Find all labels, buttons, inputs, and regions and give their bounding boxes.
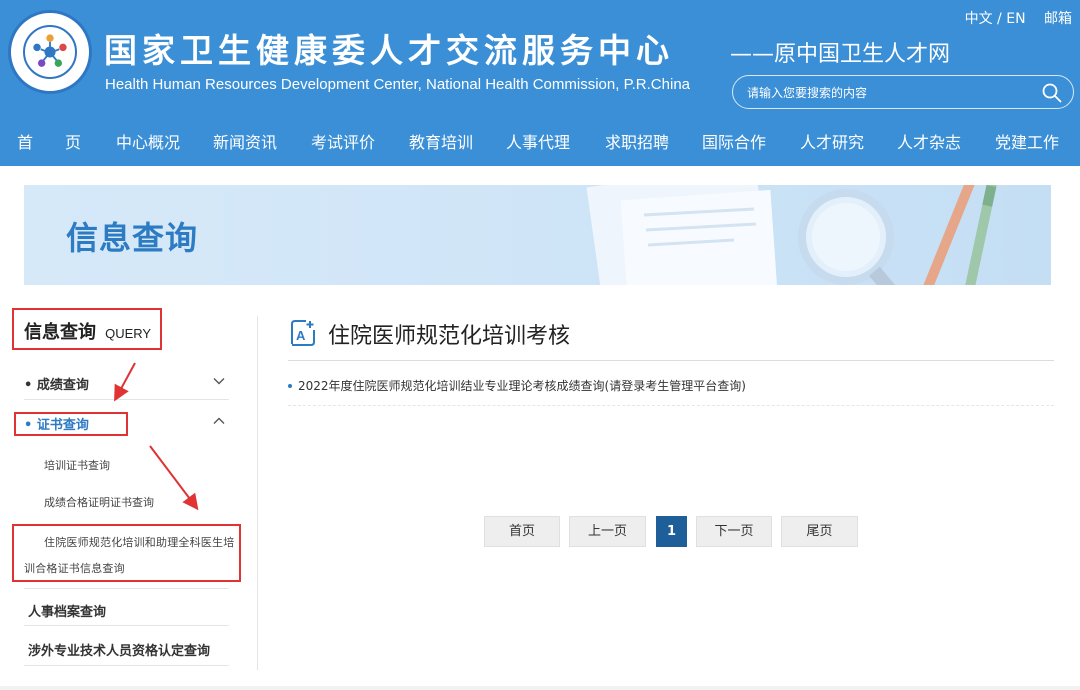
nav-item-exam[interactable]: 考试评价 [311, 129, 375, 153]
pagination-last-button[interactable]: 尾页 [781, 516, 858, 547]
pagination-page-current[interactable]: 1 [656, 516, 687, 547]
sidebar-item-score-query[interactable]: • 成绩查询 [24, 362, 229, 400]
sidebar-divider [257, 316, 258, 670]
nav-item-jobs[interactable]: 求职招聘 [605, 129, 669, 153]
sidebar-subitem-label: 住院医师规范化培训和助理全科医生培训合格证书信息查询 [24, 536, 235, 575]
banner-document-magnifier-icon [586, 185, 999, 285]
pagination-prev-button[interactable]: 上一页 [569, 516, 646, 547]
mail-link[interactable]: 邮箱 [1044, 11, 1072, 27]
chevron-up-icon[interactable] [213, 415, 225, 427]
site-header: 国家卫生健康委人才交流服务中心 Health Human Resources D… [0, 0, 1080, 166]
logo-emblem-icon [23, 25, 77, 79]
nav-item-magazine[interactable]: 人才杂志 [897, 129, 961, 153]
sidebar-item-label: 涉外专业技术人员资格认定查询 [28, 644, 211, 659]
pagination-first-button[interactable]: 首页 [484, 516, 560, 547]
site-subtitle: ——原中国卫生人才网 [730, 42, 951, 67]
list-item[interactable]: 2022年度住院医师规范化培训结业专业理论考核成绩查询(请登录考生管理平台查询) [288, 370, 1054, 406]
sidebar-subitem-resident-certificate[interactable]: 住院医师规范化培训和助理全科医生培训合格证书信息查询 [24, 530, 239, 582]
search-input[interactable] [747, 83, 1027, 103]
sidebar-item-label: 人事档案查询 [28, 605, 107, 620]
title-divider [288, 360, 1054, 361]
svg-text:A: A [296, 328, 306, 343]
highlight-box-certificate [14, 412, 128, 436]
search-icon[interactable] [1041, 82, 1063, 104]
sidebar-item-foreign-qualification[interactable]: 涉外专业技术人员资格认定查询 [24, 628, 229, 666]
top-links: 中文 / EN 邮箱 [951, 8, 1072, 28]
site-title: 国家卫生健康委人才交流服务中心 [104, 31, 674, 70]
sidebar-item-label: • 成绩查询 [24, 378, 89, 393]
footer-edge [0, 686, 1080, 690]
site-logo[interactable] [8, 10, 92, 94]
chevron-down-icon[interactable] [213, 375, 225, 387]
sidebar-subitem-training-certificate[interactable]: 培训证书查询 [44, 457, 110, 473]
nav-item-international[interactable]: 国际合作 [702, 129, 766, 153]
sidebar-item-personnel-file[interactable]: 人事档案查询 [24, 588, 229, 626]
sidebar: 信息查询 QUERY • 成绩查询 • 证书查询 培训证书查询 成绩合格证明证书… [12, 308, 241, 678]
nav-item-research[interactable]: 人才研究 [800, 129, 864, 153]
main-nav: 首 页 中心概况 新闻资讯 考试评价 教育培训 人事代理 求职招聘 国际合作 人… [0, 120, 1080, 160]
sidebar-subitem-qualification-certificate[interactable]: 成绩合格证明证书查询 [44, 494, 154, 510]
nav-item-home[interactable]: 首 页 [17, 129, 81, 153]
edit-text-icon: A [291, 320, 315, 346]
page-banner: 信息查询 [24, 185, 1051, 285]
bullet-icon [288, 383, 292, 388]
sidebar-heading-cn: 信息查询 [24, 322, 96, 343]
sidebar-heading-en: QUERY [105, 326, 152, 341]
article-list: 2022年度住院医师规范化培训结业专业理论考核成绩查询(请登录考生管理平台查询) [288, 370, 1054, 406]
nav-item-education[interactable]: 教育培训 [409, 129, 473, 153]
list-item-link[interactable]: 2022年度住院医师规范化培训结业专业理论考核成绩查询(请登录考生管理平台查询) [298, 379, 746, 393]
nav-item-party[interactable]: 党建工作 [995, 129, 1059, 153]
pagination-next-button[interactable]: 下一页 [696, 516, 772, 547]
language-switch-link[interactable]: 中文 / EN [965, 11, 1026, 27]
nav-item-news[interactable]: 新闻资讯 [213, 129, 277, 153]
nav-item-personnel[interactable]: 人事代理 [506, 129, 570, 153]
search-box [732, 75, 1074, 109]
sidebar-heading: 信息查询 QUERY [12, 308, 162, 350]
nav-item-about[interactable]: 中心概况 [116, 129, 180, 153]
page-title: 住院医师规范化培训考核 [328, 324, 571, 349]
banner-title: 信息查询 [66, 219, 199, 257]
site-title-english: Health Human Resources Development Cente… [105, 76, 690, 93]
